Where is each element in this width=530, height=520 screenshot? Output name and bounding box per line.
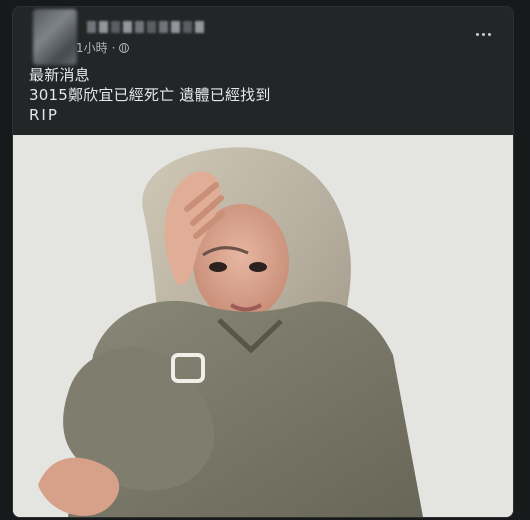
- post-text-line-1: 最新消息: [29, 66, 90, 84]
- more-options-button[interactable]: [471, 25, 495, 43]
- post-card: 1小時 · 最新消息 3015鄭欣宜已經死亡 遺體已經找到 RIP: [12, 6, 514, 518]
- post-text-line-3: RIP: [29, 106, 59, 124]
- more-options-icon: [475, 32, 479, 36]
- meta-separator: ·: [111, 40, 116, 55]
- facebook-post-screenshot: 1小時 · 最新消息 3015鄭欣宜已經死亡 遺體已經找到 RIP: [0, 0, 530, 520]
- post-text: 最新消息 3015鄭欣宜已經死亡 遺體已經找到 RIP: [29, 65, 271, 125]
- post-text-line-2: 3015鄭欣宜已經死亡 遺體已經找到: [29, 86, 271, 104]
- portrait-illustration: [13, 135, 513, 517]
- left-eye: [209, 262, 227, 272]
- blurred-author-name[interactable]: [87, 21, 204, 33]
- right-eye: [249, 262, 267, 272]
- globe-icon[interactable]: [119, 42, 130, 53]
- post-photo[interactable]: [13, 135, 513, 517]
- post-metadata: 1小時 ·: [76, 39, 130, 56]
- blurred-profile-picture[interactable]: [33, 9, 77, 65]
- post-time[interactable]: 1小時: [76, 39, 108, 56]
